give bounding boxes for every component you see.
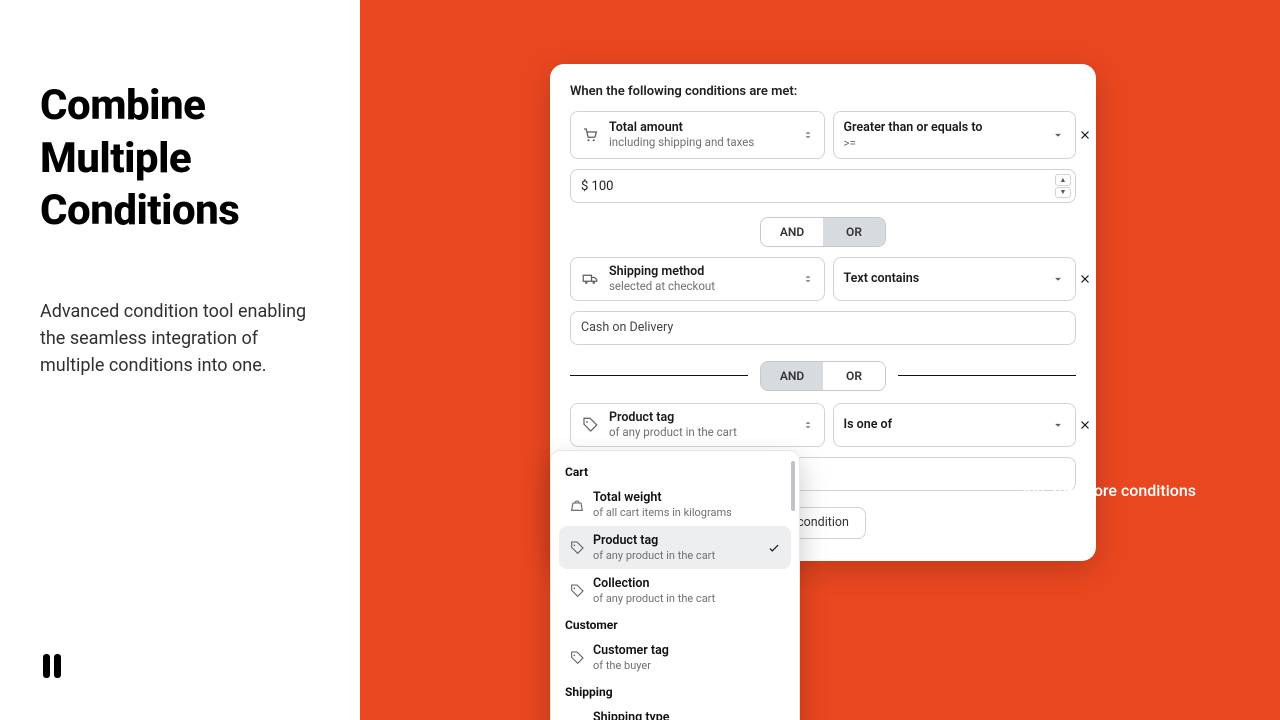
operator-select-text-contains[interactable]: Text contains bbox=[833, 257, 1076, 301]
logic-segment-1: AND OR bbox=[570, 217, 1076, 247]
tag-icon bbox=[581, 416, 599, 434]
page-headline: Combine Multiple Conditions bbox=[40, 80, 322, 238]
text-value-input[interactable]: Cash on Delivery bbox=[570, 311, 1076, 345]
truck-icon bbox=[569, 717, 585, 720]
sort-icon bbox=[802, 272, 814, 286]
remove-condition-button[interactable] bbox=[1074, 414, 1096, 436]
logic-divider: AND OR bbox=[570, 361, 1076, 391]
weight-icon bbox=[569, 497, 585, 513]
dropdown-item[interactable]: Customer tagof the buyer bbox=[559, 636, 791, 679]
operator-select-gte[interactable]: Greater than or equals to >= bbox=[833, 111, 1076, 159]
sort-icon bbox=[802, 418, 814, 432]
page-subhead: Advanced condition tool enabling the sea… bbox=[40, 298, 322, 379]
scrollbar[interactable] bbox=[791, 461, 795, 511]
subject-select-product-tag[interactable]: Product tag of any product in the cart bbox=[570, 403, 825, 447]
remove-condition-button[interactable] bbox=[1074, 124, 1096, 146]
chevron-down-icon bbox=[1051, 418, 1065, 432]
dropdown-item[interactable]: Shipping typeselected at checkout (local… bbox=[559, 703, 791, 720]
card-title: When the following conditions are met: bbox=[570, 84, 1076, 99]
operator-select-is-one-of[interactable]: Is one of bbox=[833, 403, 1076, 447]
subject-select-total-amount[interactable]: Total amount including shipping and taxe… bbox=[570, 111, 825, 159]
subject-dropdown: CartTotal weightof all cart items in kil… bbox=[550, 450, 800, 720]
dropdown-group-label: Customer bbox=[555, 612, 795, 636]
dropdown-item[interactable]: Total weightof all cart items in kilogra… bbox=[559, 483, 791, 526]
tag-icon bbox=[569, 650, 585, 666]
dropdown-item[interactable]: Collectionof any product in the cart bbox=[559, 569, 791, 612]
logic-and-button[interactable]: AND bbox=[761, 218, 823, 246]
logic-or-button[interactable]: OR bbox=[823, 218, 885, 246]
logic-or-button[interactable]: OR bbox=[823, 362, 885, 390]
cart-icon bbox=[581, 126, 599, 144]
dropdown-group-label: Shipping bbox=[555, 679, 795, 703]
subject-select-shipping-method[interactable]: Shipping method selected at checkout bbox=[570, 257, 825, 301]
logic-and-button[interactable]: AND bbox=[761, 362, 823, 390]
brand-logo-icon bbox=[40, 652, 322, 680]
remove-condition-button[interactable] bbox=[1074, 268, 1096, 290]
number-stepper[interactable]: ▲▼ bbox=[1055, 174, 1071, 198]
dropdown-group-label: Cart bbox=[555, 459, 795, 483]
more-conditions-note: ...and 20+ more conditions bbox=[1005, 481, 1196, 500]
amount-input[interactable]: $ 100 ▲▼ bbox=[570, 169, 1076, 203]
check-icon bbox=[767, 541, 781, 555]
truck-icon bbox=[581, 270, 599, 288]
tag-icon bbox=[569, 583, 585, 599]
chevron-down-icon bbox=[1051, 128, 1065, 142]
sort-icon bbox=[802, 128, 814, 142]
dropdown-item[interactable]: Product tagof any product in the cart bbox=[559, 526, 791, 569]
tag-icon bbox=[569, 540, 585, 556]
chevron-down-icon bbox=[1051, 272, 1065, 286]
